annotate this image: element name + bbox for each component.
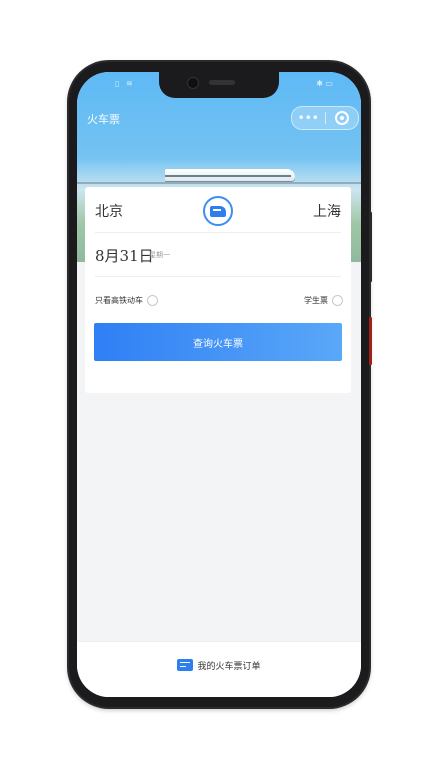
screen: ▯ ≋ ✱ ▭ 火车票 ••• 北京 上海 8月31日 星期一 只看高铁动车 学… bbox=[77, 72, 361, 697]
volume-button bbox=[369, 212, 372, 282]
more-icon[interactable]: ••• bbox=[292, 107, 325, 129]
phone-frame: ▯ ≋ ✱ ▭ 火车票 ••• 北京 上海 8月31日 星期一 只看高铁动车 学… bbox=[69, 62, 372, 707]
notch bbox=[159, 72, 279, 98]
mini-program-capsule: ••• bbox=[291, 106, 359, 130]
power-button bbox=[369, 317, 372, 365]
close-target-icon[interactable] bbox=[326, 107, 359, 129]
my-orders-label: 我的火车票订单 bbox=[197, 661, 261, 672]
rail-line bbox=[77, 182, 361, 184]
speaker-icon bbox=[209, 80, 235, 85]
departure-weekday: 星期一 bbox=[149, 251, 170, 259]
page-title: 火车票 bbox=[87, 113, 120, 126]
my-orders-bar[interactable]: 我的火车票订单 bbox=[77, 641, 361, 688]
student-ticket-label: 学生票 bbox=[304, 296, 328, 305]
search-card: 北京 上海 8月31日 星期一 只看高铁动车 学生票 查询火车票 bbox=[85, 187, 351, 393]
train-illustration bbox=[165, 169, 295, 181]
highspeed-only-option[interactable]: 只看高铁动车 bbox=[95, 295, 158, 306]
ticket-icon bbox=[177, 659, 194, 671]
query-tickets-button[interactable]: 查询火车票 bbox=[94, 323, 342, 361]
student-ticket-option[interactable]: 学生票 bbox=[304, 295, 343, 306]
student-radio[interactable] bbox=[332, 295, 343, 306]
home-indicator-area bbox=[77, 687, 361, 697]
front-camera-icon bbox=[187, 77, 199, 89]
divider bbox=[95, 232, 341, 233]
to-station[interactable]: 上海 bbox=[313, 201, 341, 221]
train-swap-icon[interactable] bbox=[203, 196, 233, 226]
status-icons-right: ✱ ▭ bbox=[316, 79, 333, 88]
from-station[interactable]: 北京 bbox=[95, 201, 123, 221]
divider bbox=[95, 276, 341, 277]
highspeed-only-label: 只看高铁动车 bbox=[95, 296, 143, 305]
departure-date[interactable]: 8月31日 bbox=[95, 245, 154, 266]
status-icons-left: ▯ ≋ bbox=[115, 79, 135, 88]
highspeed-radio[interactable] bbox=[147, 295, 158, 306]
